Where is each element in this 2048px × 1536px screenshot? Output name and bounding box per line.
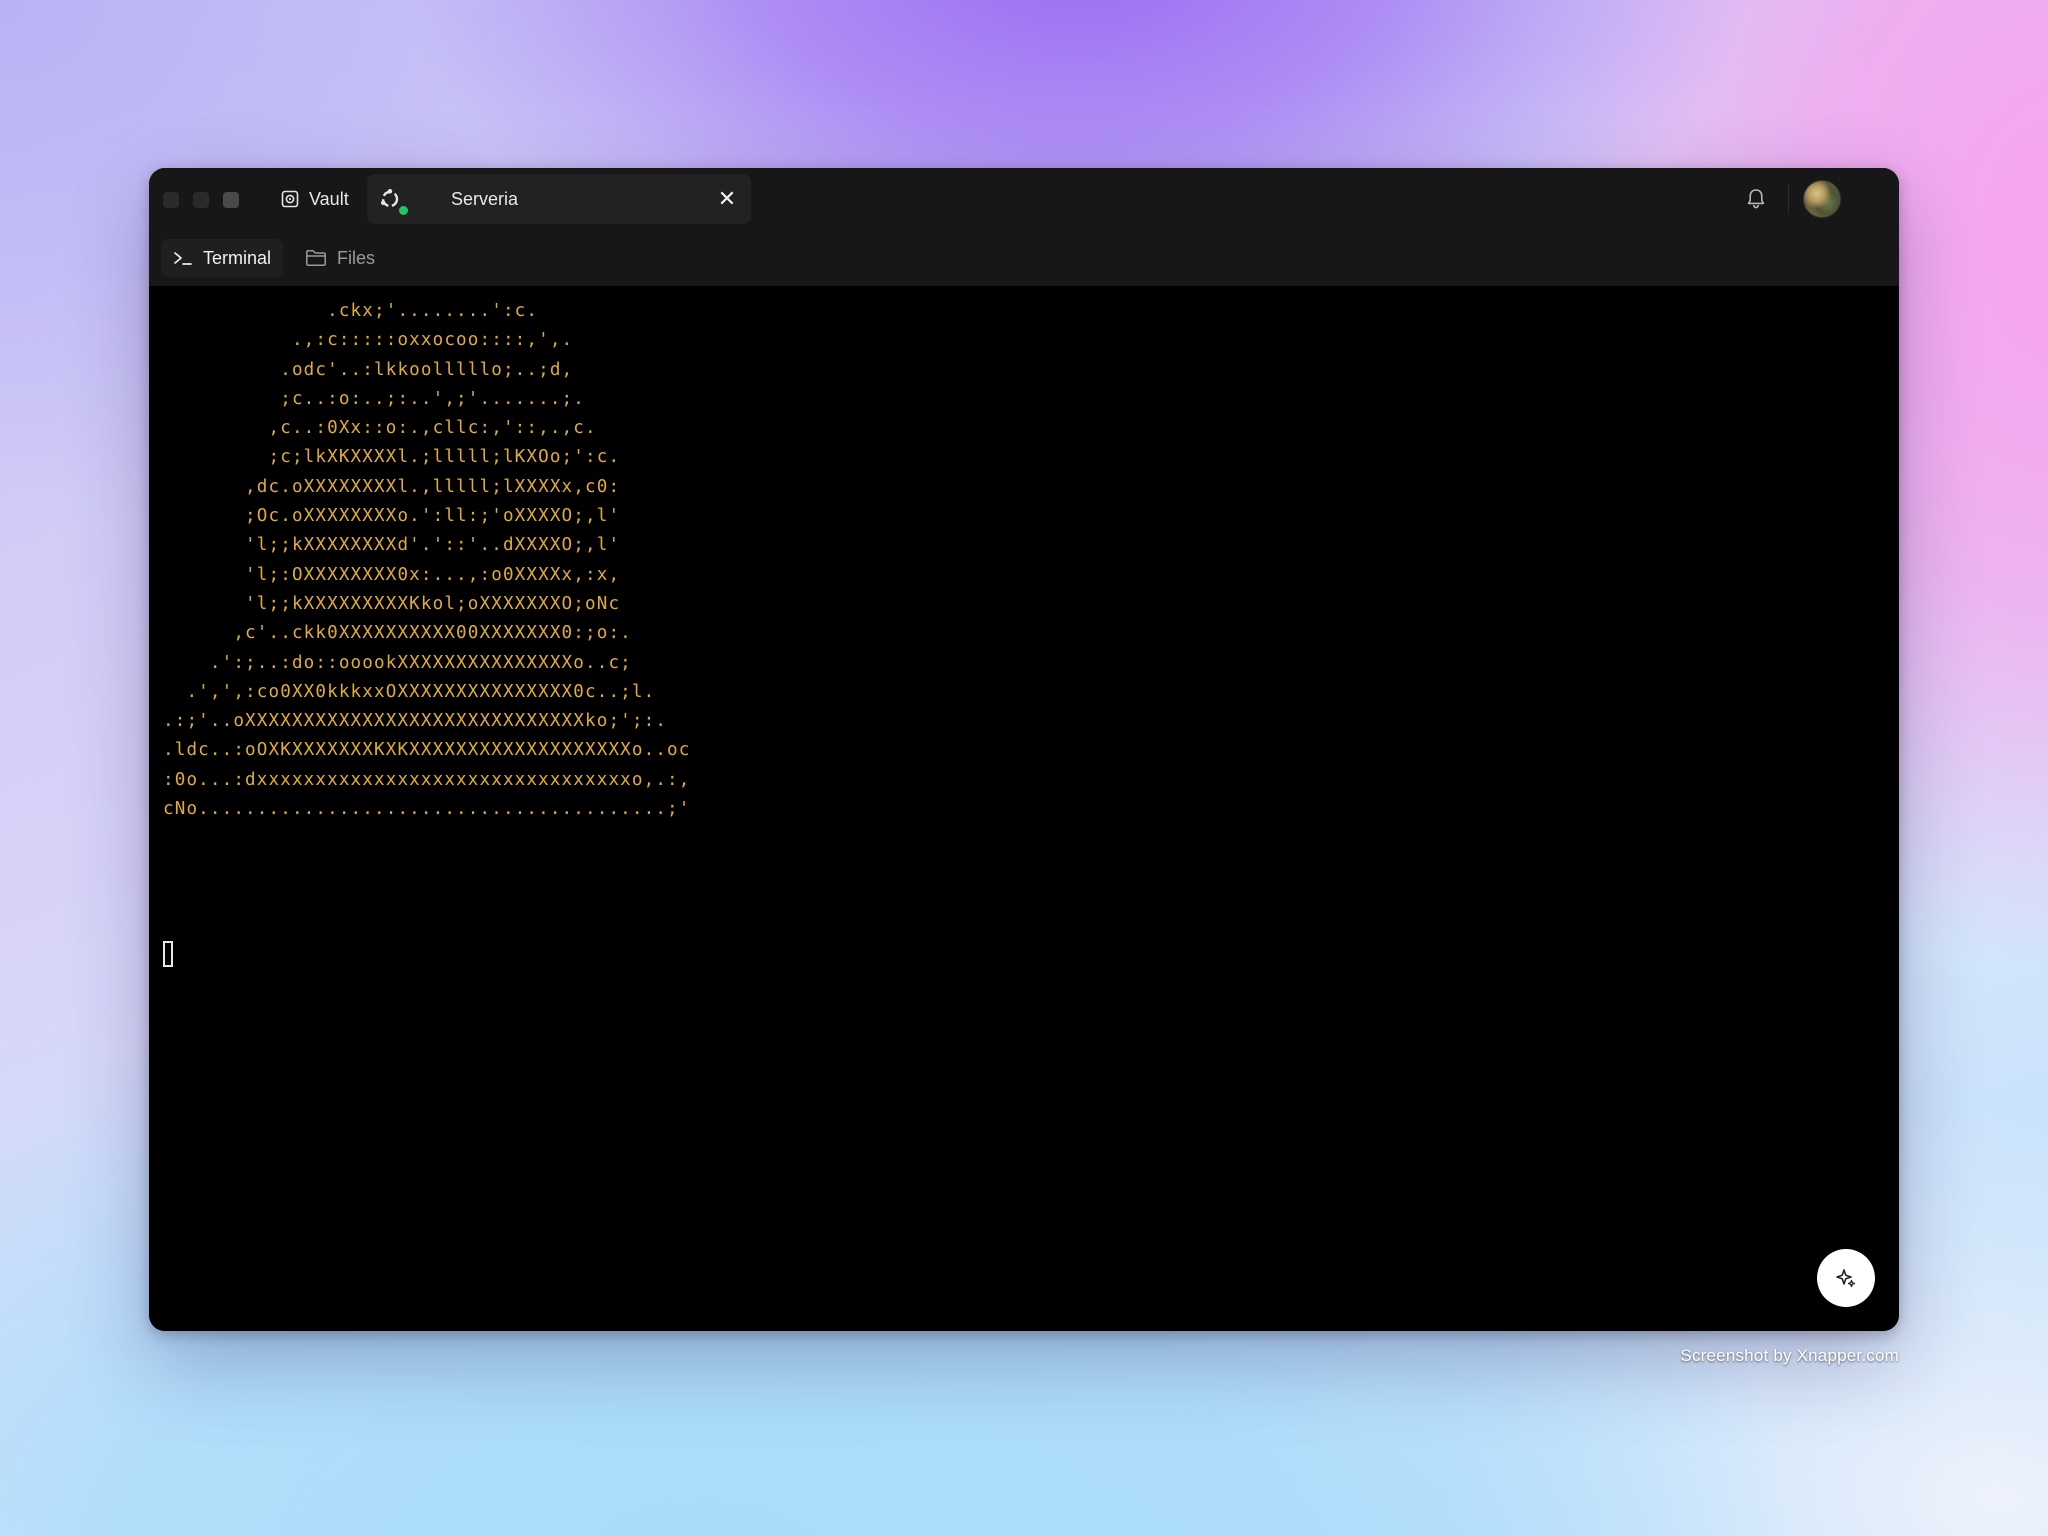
header-divider — [1788, 184, 1789, 214]
connection-status-dot — [397, 204, 410, 217]
tab-label: Vault — [309, 188, 349, 209]
terminal-line: cNo.....................................… — [163, 799, 691, 820]
terminal-output: .ckx;'........':c. .,:c:::::oxxocoo::::,… — [163, 297, 691, 824]
close-tab-button[interactable]: ✕ — [715, 187, 739, 211]
tab-vault[interactable]: Vault — [271, 174, 359, 224]
terminal-line: ;c..:o:..;:..',;'.......;. — [163, 388, 586, 409]
tab-terminal-label: Terminal — [203, 247, 272, 268]
tab-serveria[interactable]: Serveria ✕ — [367, 174, 751, 224]
sparkle-icon — [1834, 1266, 1858, 1290]
terminal-pane[interactable]: .ckx;'........':c. .,:c:::::oxxocoo::::,… — [149, 286, 1899, 1331]
window-close-control[interactable] — [163, 192, 179, 208]
terminal-line: .':;..:do::ooookXXXXXXXXXXXXXXXo..c; — [163, 652, 632, 673]
terminal-line: 'l;;kXXXXXXXXXKkol;oXXXXXXXO;oNc — [163, 593, 621, 614]
terminal-line: .ldc..:oOXKXXXXXXXKXKXXXXXXXXXXXXXXXXXXX… — [163, 740, 691, 761]
ai-assistant-button[interactable] — [1817, 1249, 1875, 1307]
terminal-line: ,c'..ckk0XXXXXXXXXX00XXXXXXX0:;o:. — [163, 623, 632, 644]
vault-icon — [281, 190, 299, 208]
notification-bell-icon[interactable] — [1743, 186, 1769, 212]
screenshot-watermark: Screenshot by Xnapper.com — [1680, 1346, 1899, 1365]
terminal-prompt-icon — [173, 249, 193, 267]
window-maximize-control[interactable] — [223, 192, 239, 208]
terminal-line: .',',:co0XX0kkkxxOXXXXXXXXXXXXXXX0c..;l. — [163, 681, 656, 702]
tab-files[interactable]: Files — [293, 239, 387, 277]
terminal-cursor — [163, 941, 173, 967]
terminal-line: ;Oc.oXXXXXXXXo.':ll:;'oXXXXO;,l' — [163, 506, 621, 527]
terminal-line: ,c..:0Xx::o:.,cllc:,'::,.,c. — [163, 418, 597, 439]
terminal-line: :0o...:dxxxxxxxxxxxxxxxxxxxxxxxxxxxxxxxx… — [163, 769, 691, 790]
tab-files-label: Files — [337, 247, 376, 268]
tab-terminal[interactable]: Terminal — [161, 239, 284, 277]
terminal-line: ,dc.oXXXXXXXXl.,lllll;lXXXXx,c0: — [163, 476, 621, 497]
terminal-line: ;c;lkXKXXXXl.;lllll;lKXOo;':c. — [163, 447, 621, 468]
folder-icon — [305, 249, 327, 267]
terminal-line: 'l;;kXXXXXXXXd'.'::'..dXXXXO;,l' — [163, 535, 621, 556]
terminal-line: .,:c:::::oxxocoo::::,',. — [163, 330, 574, 351]
terminal-line: .ckx;'........':c. — [163, 301, 539, 321]
title-bar: Vault Serveria ✕ — [149, 168, 1899, 230]
user-avatar[interactable] — [1803, 180, 1841, 218]
tab-label: Serveria — [451, 188, 519, 209]
terminal-line: .:;'..oXXXXXXXXXXXXXXXXXXXXXXXXXXXXXko;'… — [163, 711, 668, 732]
app-window: Vault Serveria ✕ Terminal Files .ckx;'..… — [149, 168, 1899, 1331]
window-minimize-control[interactable] — [193, 192, 209, 208]
terminal-line: .odc'..:lkkoolllllo;..;d, — [163, 359, 574, 380]
terminal-line: 'l;:OXXXXXXXX0x:...,:o0XXXXx,:x, — [163, 564, 621, 585]
view-switcher: Terminal Files — [149, 230, 1899, 286]
